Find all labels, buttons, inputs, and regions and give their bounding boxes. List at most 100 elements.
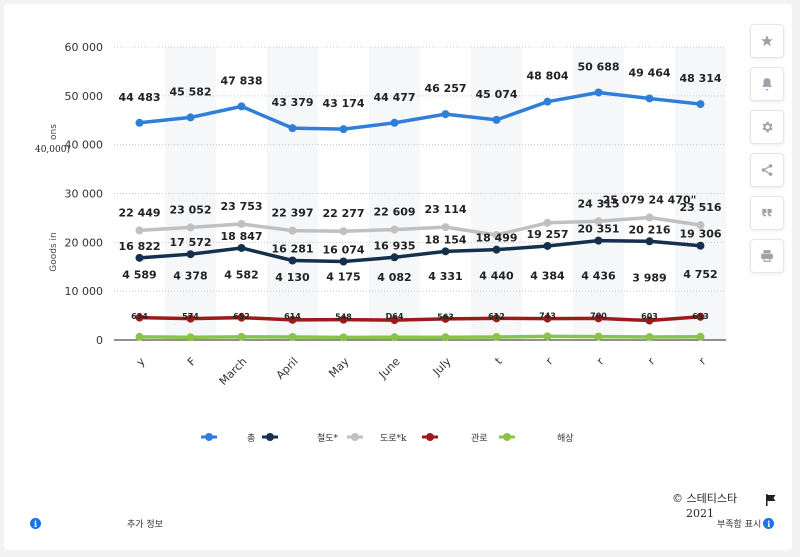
data-label: 23 753 xyxy=(220,200,262,213)
data-label: 4 440 xyxy=(479,269,514,282)
print-button[interactable] xyxy=(750,239,784,273)
data-label: 43 174 xyxy=(322,97,364,110)
data-label: 563 xyxy=(437,312,454,321)
data-label: 50 688 xyxy=(577,60,619,73)
data-point xyxy=(594,88,603,97)
data-label: 612 xyxy=(488,312,505,321)
data-label: 4 130 xyxy=(275,271,310,284)
settings-button[interactable] xyxy=(750,110,784,144)
data-label: 20 216 xyxy=(628,223,670,236)
data-point xyxy=(696,100,705,109)
data-label: 4 082 xyxy=(377,271,411,284)
data-point xyxy=(186,333,195,342)
legend-marker xyxy=(266,433,274,441)
data-point xyxy=(543,332,552,341)
data-label: 23 516 xyxy=(679,201,721,214)
data-label: 48 314 xyxy=(679,72,721,85)
data-point xyxy=(135,118,144,127)
notification-button[interactable] xyxy=(750,67,784,101)
data-label: 614 xyxy=(284,312,301,321)
data-label: 4 436 xyxy=(581,269,616,282)
show-source-label: 부족함 표시 xyxy=(717,520,762,530)
data-label: 45 582 xyxy=(169,85,211,98)
x-tick-label: r xyxy=(543,355,556,368)
data-point xyxy=(696,241,705,250)
data-label: 4 378 xyxy=(173,270,207,283)
data-point xyxy=(237,243,246,252)
data-label: 16 074 xyxy=(322,244,364,257)
data-point xyxy=(339,125,348,134)
data-point xyxy=(492,245,501,254)
legend-marker xyxy=(426,433,434,441)
x-tick-label: June xyxy=(376,355,403,382)
series-line xyxy=(139,334,701,340)
data-point xyxy=(543,97,552,106)
legend-marker xyxy=(351,433,359,441)
data-label: 653 xyxy=(692,312,709,321)
data-label: 16 281 xyxy=(271,242,313,255)
show-source-link[interactable]: 부족함 표시 i xyxy=(717,517,775,530)
info-icon: i xyxy=(763,518,775,529)
data-label: 603 xyxy=(641,312,658,321)
x-tick-label: May xyxy=(326,355,352,381)
data-label: 18 499 xyxy=(475,232,517,245)
data-label: 4 582 xyxy=(224,269,258,282)
data-point xyxy=(645,94,654,103)
data-point xyxy=(186,223,195,232)
data-point xyxy=(288,256,297,265)
data-point xyxy=(237,332,246,341)
data-label: 17 572 xyxy=(169,236,211,249)
source-line-1: © 스테티스타 xyxy=(672,492,738,505)
y-tick-label: 40 000 xyxy=(65,139,104,152)
x-tick-label: r xyxy=(594,355,607,368)
data-point xyxy=(390,118,399,127)
x-tick-label: r xyxy=(696,355,709,368)
data-label: 18 847 xyxy=(220,230,262,243)
data-point xyxy=(339,257,348,266)
x-tick-label: F xyxy=(185,355,199,369)
more-info-label: 추가 정보 xyxy=(127,520,163,530)
data-point xyxy=(645,333,654,342)
data-label: 44 483 xyxy=(118,91,160,104)
data-point xyxy=(135,332,144,341)
data-point xyxy=(492,115,501,124)
data-label: 49 464 xyxy=(628,66,670,79)
data-label: 700 xyxy=(590,312,607,321)
x-tick-label: April xyxy=(274,355,301,382)
data-point xyxy=(441,110,450,119)
data-label: 743 xyxy=(539,311,556,320)
sidebar-toolbar xyxy=(750,24,784,282)
data-label: 23 052 xyxy=(169,203,211,216)
legend-label: 철도* xyxy=(317,433,339,444)
y-tick-label: 30 000 xyxy=(65,188,104,201)
data-label: 4 175 xyxy=(326,271,360,284)
favorite-button[interactable] xyxy=(750,24,784,58)
legend-marker xyxy=(503,433,511,441)
data-point xyxy=(186,250,195,259)
more-info-link[interactable]: i 추가 정보 xyxy=(30,517,163,530)
data-label: 20 351 xyxy=(577,223,619,236)
data-label: 19 306 xyxy=(679,228,721,241)
data-label: 3 989 xyxy=(632,272,666,285)
data-label: 4 384 xyxy=(530,270,565,283)
legend-label: 도로*k xyxy=(380,434,407,444)
legend-marker xyxy=(205,433,213,441)
y-tick-label: 10 000 xyxy=(65,285,104,298)
y-tick-label: 20 000 xyxy=(65,236,104,249)
legend-label: 관로 xyxy=(471,433,488,444)
star-icon xyxy=(761,35,773,47)
y-axis-label-bottom: Goods in xyxy=(49,232,59,271)
data-point xyxy=(645,213,654,222)
flag-icon[interactable] xyxy=(765,494,777,506)
data-point xyxy=(696,332,705,341)
legend-label: 해상 xyxy=(557,433,574,444)
data-label: 22 397 xyxy=(271,207,313,220)
data-label: 574 xyxy=(182,312,199,321)
data-point xyxy=(288,124,297,133)
share-button[interactable] xyxy=(750,153,784,187)
data-point xyxy=(543,218,552,227)
legend-label: 총 xyxy=(247,433,255,444)
data-label: 23 114 xyxy=(424,203,466,216)
cite-button[interactable] xyxy=(750,196,784,230)
x-tick-label: r xyxy=(645,355,658,368)
